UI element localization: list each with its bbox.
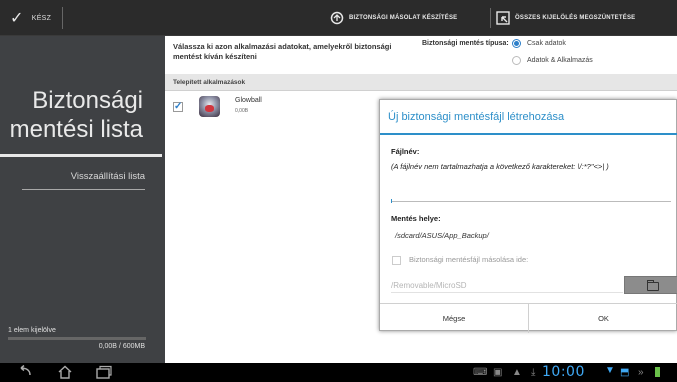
done-button[interactable]: ✓ KÉSZ bbox=[10, 8, 51, 28]
clock: 10:00 bbox=[542, 364, 585, 380]
cancel-button[interactable]: Mégse bbox=[380, 304, 529, 333]
keyboard-icon: ⌨ bbox=[473, 367, 488, 378]
page-title-line1: Biztonsági bbox=[32, 87, 143, 114]
backup-type-label: Biztonsági mentés típusa: bbox=[422, 40, 509, 47]
restore-underline bbox=[22, 189, 145, 190]
deselect-icon bbox=[496, 11, 510, 25]
radio-data-only-label[interactable]: Csak adatok bbox=[527, 40, 566, 47]
text-cursor bbox=[391, 199, 392, 203]
storage-progress-bar bbox=[8, 337, 146, 340]
deselect-all-label: ÖSSZES KIJELÖLÉS MEGSZÜNTETÉSE bbox=[515, 15, 636, 21]
radio-data-and-app-label[interactable]: Adatok & Alkalmazás bbox=[527, 57, 593, 64]
radio-data-and-app[interactable] bbox=[512, 56, 521, 65]
action-bar: ✓ KÉSZ BIZTONSÁGI MÁSOLAT KÉSZÍTÉSE ÖSSZ… bbox=[0, 0, 677, 36]
list-header: Telepített alkalmazások bbox=[165, 74, 677, 91]
create-backup-button[interactable]: BIZTONSÁGI MÁSOLAT KÉSZÍTÉSE bbox=[330, 9, 457, 27]
selected-count: 1 elem kijelölve bbox=[8, 327, 56, 334]
divider bbox=[62, 7, 63, 29]
image-icon: ▣ bbox=[493, 367, 503, 378]
browse-folder-button[interactable] bbox=[624, 276, 677, 294]
filename-field[interactable] bbox=[391, 190, 671, 202]
glowball-app-icon bbox=[199, 96, 220, 117]
radio-data-only[interactable] bbox=[512, 39, 521, 48]
recent-apps-icon[interactable] bbox=[95, 365, 113, 379]
checkmark-icon: ✓ bbox=[10, 10, 24, 27]
copy-checkbox[interactable] bbox=[392, 256, 401, 265]
back-icon[interactable] bbox=[16, 365, 34, 379]
signal-icon: » bbox=[638, 367, 644, 378]
app-name: Glowball bbox=[235, 97, 262, 104]
list-header-label: Telepített alkalmazások bbox=[173, 79, 246, 86]
create-backup-dialog: Új biztonsági mentésfájl létrehozása Fáj… bbox=[379, 99, 677, 333]
location-value: /sdcard/ASUS/App_Backup/ bbox=[395, 231, 489, 240]
app-size: 0,00B bbox=[235, 108, 249, 114]
title-underline bbox=[0, 154, 162, 157]
page-title-line2: mentési lista bbox=[9, 116, 143, 143]
create-backup-label: BIZTONSÁGI MÁSOLAT KÉSZÍTÉSE bbox=[349, 15, 458, 21]
ok-button[interactable]: OK bbox=[529, 304, 677, 333]
instruction-text: Válassza ki azon alkalmazási adatokat, a… bbox=[173, 42, 392, 61]
divider bbox=[490, 8, 491, 28]
restore-list-link[interactable]: Visszaállítási lista bbox=[71, 171, 145, 182]
download-icon: ⤓ bbox=[531, 367, 536, 378]
filename-label: Fájlnév: bbox=[391, 147, 420, 156]
folder-icon bbox=[647, 280, 659, 291]
sidebar: Biztonsági mentési lista Visszaállítási … bbox=[0, 36, 165, 363]
storage-text: 0,00B / 600MB bbox=[98, 343, 145, 350]
wifi-icon: ▼ bbox=[605, 365, 615, 376]
location-label: Mentés helye: bbox=[391, 214, 441, 223]
copy-destination-field[interactable] bbox=[391, 278, 623, 293]
dialog-button-bar: Mégse OK bbox=[380, 303, 677, 333]
page-title: Biztonsági mentési lista bbox=[0, 86, 143, 144]
dialog-title: Új biztonsági mentésfájl létrehozása bbox=[388, 111, 565, 123]
system-navigation-bar: ⌨ ▣ ▲ ⤓ 10:00 ▼ ⬒ » bbox=[0, 363, 677, 382]
dialog-title-divider bbox=[380, 133, 677, 135]
deselect-all-button[interactable]: ÖSSZES KIJELÖLÉS MEGSZÜNTETÉSE bbox=[496, 9, 635, 27]
copy-label: Biztonsági mentésfájl másolása ide: bbox=[409, 255, 529, 264]
filename-hint: (A fájlnév nem tartalmazhatja a következ… bbox=[391, 162, 609, 171]
battery-icon bbox=[655, 367, 660, 377]
backup-icon bbox=[330, 11, 344, 25]
sync-icon: ⬒ bbox=[620, 367, 630, 378]
home-icon[interactable] bbox=[57, 365, 73, 379]
app-checkbox[interactable]: ✓ bbox=[173, 102, 183, 112]
warning-icon: ▲ bbox=[512, 367, 522, 378]
done-label: KÉSZ bbox=[31, 14, 52, 22]
